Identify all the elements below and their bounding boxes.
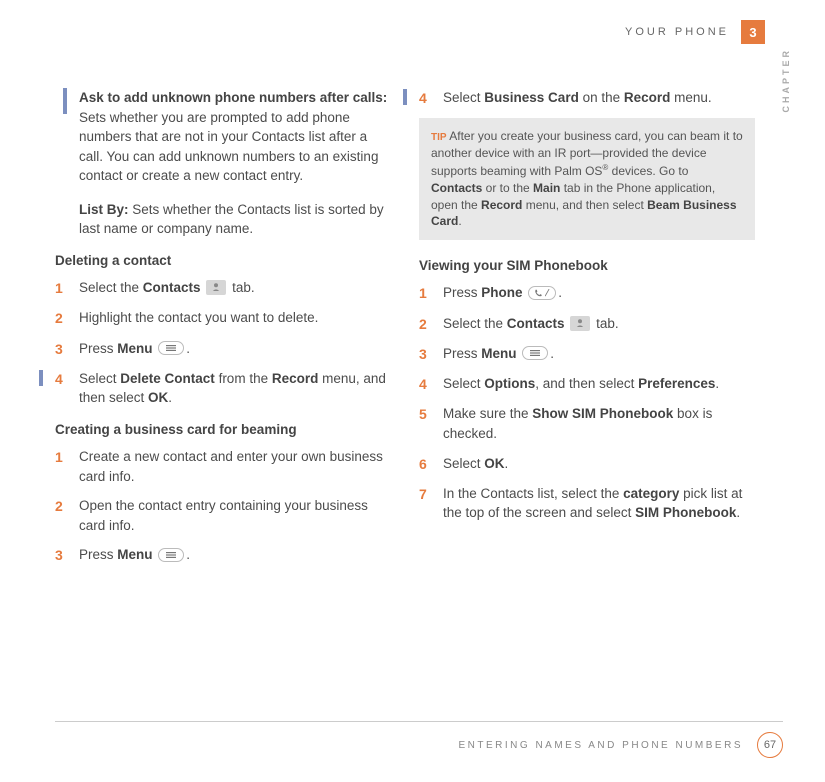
menu-icon xyxy=(158,548,184,562)
chapter-number-badge: 3 xyxy=(741,20,765,44)
sim-heading: Viewing your SIM Phonebook xyxy=(419,258,755,273)
left-column: Ask to add unknown phone numbers after c… xyxy=(55,88,391,576)
ask-para: Ask to add unknown phone numbers after c… xyxy=(79,88,391,186)
page-number: 67 xyxy=(757,732,783,758)
step-number: 7 xyxy=(419,484,443,504)
step-text: Make sure the Show SIM Phonebook box is … xyxy=(443,404,755,443)
step-text: Select the Contacts tab. xyxy=(443,314,755,334)
step-number: 4 xyxy=(419,374,443,394)
content-area: Ask to add unknown phone numbers after c… xyxy=(55,88,755,576)
step-number: 1 xyxy=(419,283,443,303)
del-step-1: 1 Select the Contacts tab. xyxy=(55,278,391,298)
sim-step-2: 2 Select the Contacts tab. xyxy=(419,314,755,334)
biz-step-2: 2 Open the contact entry containing your… xyxy=(55,496,391,535)
menu-icon xyxy=(158,341,184,355)
listby-bold: List By: xyxy=(79,202,129,217)
header-title: YOUR PHONE xyxy=(625,26,729,38)
tip-label: TIP xyxy=(431,132,447,143)
step-text: Highlight the contact you want to delete… xyxy=(79,308,391,328)
del-step-4: 4 Select Delete Contact from the Record … xyxy=(55,369,391,408)
del-step-3: 3 Press Menu . xyxy=(55,339,391,359)
step-text: Press Menu . xyxy=(443,344,755,364)
footer-title: ENTERING NAMES AND PHONE NUMBERS xyxy=(459,740,743,751)
bizcard-heading: Creating a business card for beaming xyxy=(55,422,391,437)
sim-step-3: 3 Press Menu . xyxy=(419,344,755,364)
step-number: 4 xyxy=(55,369,79,389)
menu-icon xyxy=(522,346,548,360)
step-number: 3 xyxy=(419,344,443,364)
step-number: 2 xyxy=(419,314,443,334)
step-text: Select Options, and then select Preferen… xyxy=(443,374,755,394)
sim-step-4: 4 Select Options, and then select Prefer… xyxy=(419,374,755,394)
tip-box: TIP After you create your business card,… xyxy=(419,118,755,240)
deleting-heading: Deleting a contact xyxy=(55,253,391,268)
listby-para: List By: Sets whether the Contacts list … xyxy=(79,200,391,239)
step-number: 6 xyxy=(419,454,443,474)
step-number: 5 xyxy=(419,404,443,424)
step-number: 2 xyxy=(55,496,79,516)
step-number: 3 xyxy=(55,545,79,565)
sim-step-7: 7 In the Contacts list, select the categ… xyxy=(419,484,755,523)
ask-text: Sets whether you are prompted to add pho… xyxy=(79,110,378,184)
step-text: Press Menu . xyxy=(79,545,391,565)
page-footer: ENTERING NAMES AND PHONE NUMBERS 67 xyxy=(55,721,783,758)
step-text: Select the Contacts tab. xyxy=(79,278,391,298)
right-column: 4 Select Business Card on the Record men… xyxy=(419,88,755,576)
sim-step-6: 6 Select OK. xyxy=(419,454,755,474)
ask-bold: Ask to add unknown phone numbers after c… xyxy=(79,90,387,105)
page-header: YOUR PHONE 3 xyxy=(625,20,765,44)
step-number: 2 xyxy=(55,308,79,328)
sim-step-5: 5 Make sure the Show SIM Phonebook box i… xyxy=(419,404,755,443)
phone-icon xyxy=(528,286,556,300)
biz-step-1: 1 Create a new contact and enter your ow… xyxy=(55,447,391,486)
del-step-2: 2 Highlight the contact you want to dele… xyxy=(55,308,391,328)
sim-step-1: 1 Press Phone . xyxy=(419,283,755,303)
biz-step-3: 3 Press Menu . xyxy=(55,545,391,565)
step-text: Select Delete Contact from the Record me… xyxy=(79,369,391,408)
contacts-icon xyxy=(206,280,226,295)
step-text: Open the contact entry containing your b… xyxy=(79,496,391,535)
biz-step-4: 4 Select Business Card on the Record men… xyxy=(419,88,755,108)
changebar-icon xyxy=(39,370,43,386)
step-number: 4 xyxy=(419,88,443,108)
chapter-label-vertical: CHAPTER xyxy=(781,48,791,113)
step-number: 1 xyxy=(55,278,79,298)
step-text: Select OK. xyxy=(443,454,755,474)
step-text: Create a new contact and enter your own … xyxy=(79,447,391,486)
step-number: 3 xyxy=(55,339,79,359)
step-text: Press Menu . xyxy=(79,339,391,359)
changebar-icon xyxy=(403,89,407,105)
changebar-icon xyxy=(63,88,67,114)
step-text: In the Contacts list, select the categor… xyxy=(443,484,755,523)
step-text: Press Phone . xyxy=(443,283,755,303)
step-text: Select Business Card on the Record menu. xyxy=(443,88,755,108)
step-number: 1 xyxy=(55,447,79,467)
contacts-icon xyxy=(570,316,590,331)
